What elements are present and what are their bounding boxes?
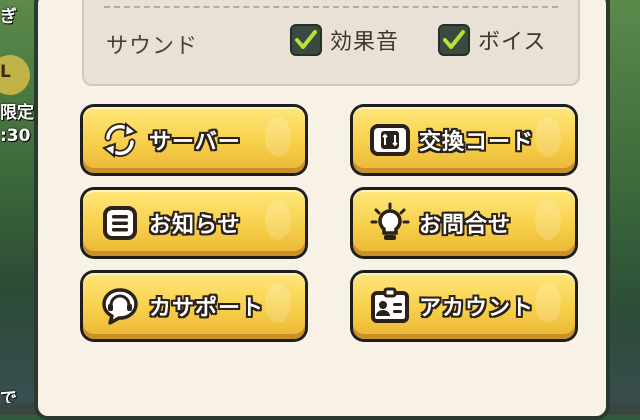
- support-chat-icon: [97, 283, 143, 329]
- server-button[interactable]: サーバー: [80, 104, 308, 176]
- sound-settings-box: サウンド 効果音 ボイス: [82, 0, 580, 86]
- background-text-fragment: L: [0, 62, 11, 82]
- support-button-label: カサポート: [149, 296, 265, 321]
- inquiry-button-face: お問合せ: [353, 190, 575, 256]
- background-scene-left: ぎ L 限定 :30 で: [0, 0, 34, 415]
- sound-effect-label: 効果音: [330, 30, 400, 55]
- account-card-icon: [367, 283, 413, 329]
- notice-icon: [97, 200, 143, 246]
- voice-option[interactable]: ボイス: [438, 24, 546, 56]
- dashed-divider: [104, 6, 558, 8]
- background-text-fragment: ぎ: [0, 7, 17, 27]
- inquiry-button-label: お問合せ: [419, 213, 512, 238]
- account-button-face: アカウント: [353, 273, 575, 339]
- exchange-code-icon: [367, 117, 413, 163]
- exchange-code-button-label: 交換コード: [419, 130, 535, 155]
- background-text-fragment: :30: [0, 126, 31, 146]
- support-button-face: カサポート: [83, 273, 305, 339]
- inquiry-button[interactable]: お問合せ: [350, 187, 578, 259]
- checkmark-icon: [443, 30, 465, 49]
- notice-button[interactable]: お知らせ: [80, 187, 308, 259]
- server-button-label: サーバー: [149, 130, 241, 155]
- voice-checkbox[interactable]: [438, 24, 470, 56]
- exchange-code-button-face: 交換コード: [353, 107, 575, 173]
- sound-label: サウンド: [106, 34, 199, 59]
- sound-effect-option[interactable]: 効果音: [290, 24, 399, 56]
- notice-button-face: お知らせ: [83, 190, 305, 256]
- sound-effect-checkbox[interactable]: [290, 24, 322, 56]
- notice-button-label: お知らせ: [149, 213, 241, 238]
- exchange-code-button[interactable]: 交換コード: [350, 104, 578, 176]
- settings-panel: サウンド 効果音 ボイス サーバー 交換コード お知らせ お問合せ カサポート …: [34, 0, 610, 420]
- background-text-fragment: 限定: [0, 103, 34, 123]
- lightbulb-icon: [367, 200, 413, 246]
- account-button-label: アカウント: [419, 296, 535, 321]
- checkmark-icon: [295, 30, 317, 49]
- background-scene-right: [610, 0, 640, 415]
- account-button[interactable]: アカウント: [350, 270, 578, 342]
- support-button[interactable]: カサポート: [80, 270, 308, 342]
- server-button-face: サーバー: [83, 107, 305, 173]
- voice-label: ボイス: [478, 30, 547, 55]
- refresh-icon: [97, 117, 143, 163]
